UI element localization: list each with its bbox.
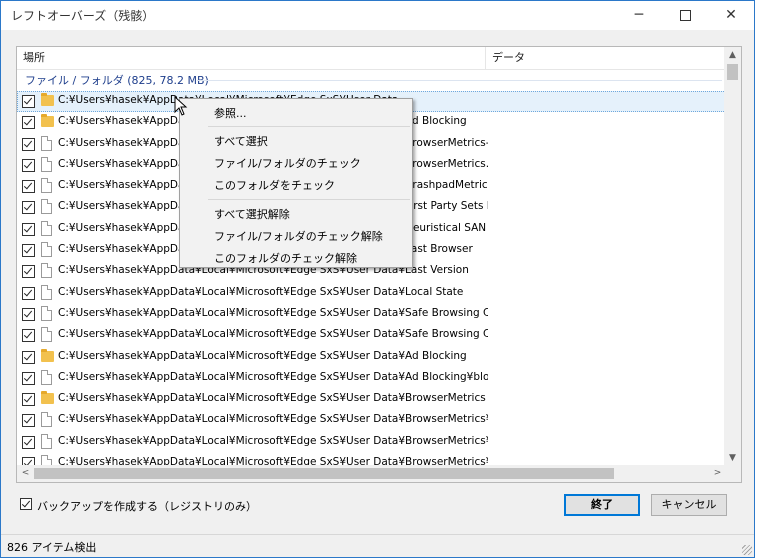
cancel-button[interactable]: キャンセル — [651, 494, 727, 516]
horizontal-scroll-thumb[interactable] — [34, 468, 614, 479]
row-checkbox[interactable] — [22, 137, 35, 151]
group-divider — [197, 80, 722, 81]
file-icon — [41, 156, 52, 172]
scroll-left-arrow[interactable]: < — [17, 465, 34, 482]
row-checkbox[interactable] — [22, 265, 35, 279]
table-row[interactable]: C:¥Users¥hasek¥AppData¥Local¥Microsoft¥E… — [17, 389, 726, 410]
backup-checkbox[interactable] — [20, 498, 32, 510]
file-icon — [41, 220, 52, 236]
vertical-scroll-thumb[interactable] — [727, 64, 738, 80]
file-icon — [41, 327, 52, 343]
row-checkbox[interactable] — [22, 350, 35, 364]
status-bar: 826 アイテム検出 — [1, 534, 754, 557]
row-checkbox[interactable] — [22, 393, 35, 407]
row-checkbox[interactable] — [22, 95, 35, 108]
row-path: C:¥Users¥hasek¥AppData¥Local¥Microsoft¥E… — [58, 328, 488, 341]
menu-item-deselect-all[interactable]: すべて選択解除 — [214, 206, 290, 222]
horizontal-scrollbar[interactable]: < > — [17, 465, 726, 482]
row-path: C:¥Users¥hasek¥AppData¥Local¥Microsoft¥E… — [58, 349, 467, 362]
menu-separator — [208, 199, 410, 200]
row-checkbox[interactable] — [22, 201, 35, 215]
file-icon — [41, 433, 52, 449]
window-title: レフトオーバーズ（残骸） — [11, 9, 155, 23]
mouse-cursor-icon — [174, 96, 188, 116]
row-path: C:¥Users¥hasek¥AppData¥Local¥Microsoft¥E… — [58, 413, 488, 426]
scroll-corner — [724, 465, 741, 482]
menu-item-uncheck-folder[interactable]: このフォルダのチェック解除 — [214, 250, 357, 266]
row-path: C:¥Users¥hasek¥AppData¥Local¥Microsoft¥E… — [58, 392, 486, 405]
row-checkbox[interactable] — [22, 329, 35, 343]
row-path: C:¥Users¥hasek¥AppData¥Local¥Microsoft¥E… — [58, 370, 488, 383]
table-row[interactable]: C:¥Users¥hasek¥AppData¥Local¥Microsoft¥E… — [17, 283, 726, 304]
row-checkbox[interactable] — [22, 222, 35, 236]
row-path: C:¥Users¥hasek¥AppData¥Local¥Microsoft¥E… — [58, 306, 488, 319]
file-icon — [41, 263, 52, 279]
row-checkbox[interactable] — [22, 286, 35, 300]
table-row[interactable]: C:¥Users¥hasek¥AppData¥Local¥Microsoft¥E… — [17, 304, 726, 325]
row-checkbox[interactable] — [22, 116, 35, 130]
column-header-place[interactable]: 場所 — [17, 47, 486, 69]
table-row[interactable]: C:¥Users¥hasek¥AppData¥Local¥Microsoft¥E… — [17, 325, 726, 346]
leftovers-window: レフトオーバーズ（残骸） ─ ✕ 場所 データ ファイル / フォルダ (825… — [0, 0, 755, 558]
folder-icon — [41, 93, 54, 106]
menu-separator — [208, 126, 410, 127]
table-row[interactable]: C:¥Users¥hasek¥AppData¥Local¥Microsoft¥E… — [17, 347, 726, 368]
resize-grip-icon[interactable] — [742, 545, 752, 555]
row-checkbox[interactable] — [22, 158, 35, 172]
folder-icon — [41, 114, 54, 128]
row-checkbox[interactable] — [22, 435, 35, 449]
row-checkbox[interactable] — [22, 371, 35, 385]
column-header-data[interactable]: データ — [486, 47, 525, 69]
file-icon — [41, 412, 52, 428]
finish-button[interactable]: 終了 — [564, 494, 640, 516]
file-icon — [41, 178, 52, 194]
backup-label[interactable]: バックアップを作成する（レジストリのみ） — [37, 498, 257, 514]
table-row[interactable]: C:¥Users¥hasek¥AppData¥Local¥Microsoft¥E… — [17, 432, 726, 453]
list-header: 場所 データ — [17, 47, 726, 70]
folder-icon — [41, 391, 54, 405]
file-icon — [41, 284, 52, 300]
status-text: 826 アイテム検出 — [7, 541, 97, 554]
context-menu: 参照... すべて選択 ファイル/フォルダのチェック このフォルダをチェック す… — [179, 98, 413, 268]
close-button[interactable]: ✕ — [708, 1, 754, 29]
menu-item-select-all[interactable]: すべて選択 — [214, 133, 268, 149]
row-checkbox[interactable] — [22, 244, 35, 258]
menu-item-uncheck-files[interactable]: ファイル/フォルダのチェック解除 — [214, 228, 383, 244]
file-icon — [41, 242, 52, 258]
menu-item-check-folder[interactable]: このフォルダをチェック — [214, 177, 335, 193]
maximize-icon — [679, 9, 691, 21]
file-icon — [41, 305, 52, 321]
title-bar[interactable]: レフトオーバーズ（残骸） ─ ✕ — [1, 1, 754, 30]
scroll-up-arrow[interactable]: ▲ — [724, 47, 741, 64]
menu-item-check-files[interactable]: ファイル/フォルダのチェック — [214, 155, 361, 171]
menu-item-browse[interactable]: 参照... — [214, 105, 247, 121]
file-icon — [41, 199, 52, 215]
group-header[interactable]: ファイル / フォルダ (825, 78.2 MB) — [25, 72, 209, 88]
row-path: C:¥Users¥hasek¥AppData¥Local¥Microsoft¥E… — [58, 285, 464, 298]
row-checkbox[interactable] — [22, 307, 35, 321]
row-path: C:¥Users¥hasek¥AppData¥Local¥Microsoft¥E… — [58, 434, 488, 447]
maximize-button[interactable] — [662, 1, 708, 29]
row-checkbox[interactable] — [22, 414, 35, 428]
row-checkbox[interactable] — [22, 180, 35, 194]
file-icon — [41, 369, 52, 385]
minimize-button[interactable]: ─ — [616, 1, 662, 29]
vertical-scrollbar[interactable]: ▲ ▼ — [724, 47, 741, 467]
table-row[interactable]: C:¥Users¥hasek¥AppData¥Local¥Microsoft¥E… — [17, 410, 726, 431]
table-row[interactable]: C:¥Users¥hasek¥AppData¥Local¥Microsoft¥E… — [17, 368, 726, 389]
file-icon — [41, 135, 52, 151]
folder-icon — [41, 348, 54, 362]
